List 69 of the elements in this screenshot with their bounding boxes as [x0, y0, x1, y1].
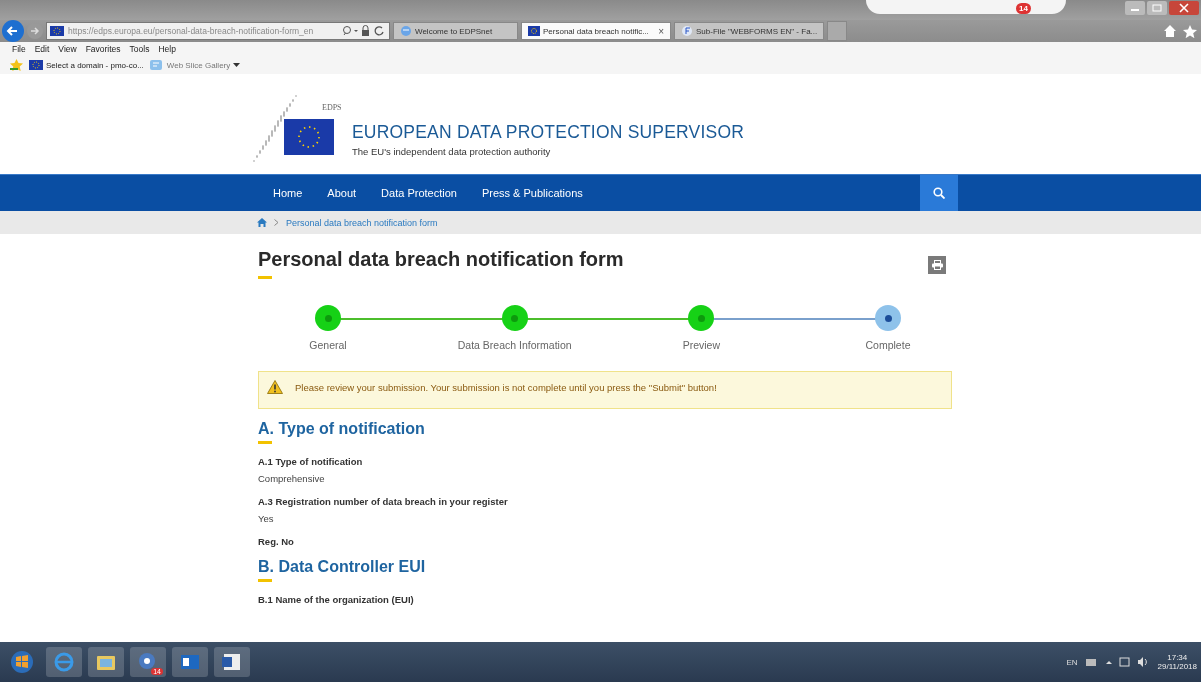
menu-item[interactable]: Edit — [34, 44, 50, 56]
nav-link[interactable]: Press & Publications — [470, 187, 594, 199]
tray-icons[interactable] — [1085, 656, 1150, 668]
step-label: Preview — [682, 339, 720, 351]
site-flag-icon — [29, 60, 43, 70]
notification-badge: 14 — [1016, 3, 1031, 14]
field-label: A.3 Registration number of data breach in your register — [258, 496, 509, 507]
search-icon — [933, 187, 945, 199]
tab-favicon-icon — [528, 26, 540, 36]
chevron-icon — [274, 219, 279, 226]
browser-tab[interactable]: Sub-File "WEBFORMS EN" - Fa... — [674, 22, 824, 40]
language-indicator[interactable]: EN — [1066, 657, 1078, 667]
title-accent — [258, 276, 272, 279]
step-label: General — [309, 339, 347, 351]
windows-logo-icon — [10, 650, 34, 674]
taskbar-app-button[interactable] — [214, 647, 250, 677]
taskbar-app-button[interactable] — [172, 647, 208, 677]
browser-tab[interactable]: Personal data breach notific... × — [521, 22, 671, 40]
close-button[interactable] — [1169, 1, 1199, 15]
tab-favicon-icon — [681, 26, 693, 36]
breadcrumb-link[interactable]: Personal data breach notification form — [286, 217, 438, 228]
nav-link[interactable]: Data Protection — [370, 187, 468, 199]
tab-close-button[interactable]: × — [658, 25, 664, 37]
print-button[interactable] — [928, 256, 946, 274]
step-label: Data Breach Information — [457, 339, 572, 351]
home-star-icons — [1163, 24, 1199, 38]
site-subtitle: The EU's independent data protection authority — [352, 145, 552, 157]
favorites-link[interactable]: Select a domain - pmo-co... — [29, 60, 144, 70]
menu-item[interactable]: Tools — [129, 44, 150, 56]
menu-item[interactable]: File — [12, 44, 26, 56]
address-actions-icon — [342, 25, 386, 37]
menu-item[interactable]: Help — [158, 44, 176, 56]
nav-link[interactable]: About — [316, 187, 368, 199]
tab-label: Welcome to EDPSnet — [415, 26, 494, 36]
menu-item[interactable]: View — [58, 44, 77, 56]
section-heading: A. Type of notification — [258, 420, 426, 438]
heading-accent — [258, 579, 272, 582]
site-title: EUROPEAN DATA PROTECTION SUPERVISOR — [352, 121, 745, 143]
tab-label: Personal data breach notific... — [543, 26, 650, 36]
search-button[interactable] — [920, 175, 958, 211]
favorites-link[interactable]: Web Slice Gallery — [149, 60, 241, 70]
home-icon[interactable] — [257, 218, 267, 227]
field-value: Comprehensive — [258, 473, 326, 484]
section-heading: B. Data Controller EUI — [258, 558, 427, 576]
step-label: Complete — [865, 339, 911, 351]
field-label: A.1 Type of notification — [258, 456, 364, 467]
warning-icon — [267, 380, 283, 394]
browser-tab[interactable]: Welcome to EDPSnet — [393, 22, 518, 40]
web-slice-icon — [149, 60, 164, 70]
clock[interactable]: 17:34 29/11/2018 — [1157, 653, 1197, 671]
favorites-star-icon — [10, 59, 23, 71]
nav-link[interactable]: Home — [262, 187, 314, 199]
alert-message: Please review your submission. Your submission is not complete until you press the "Submit" button! — [295, 381, 717, 393]
field-label: B.1 Name of the organization (EUI) — [258, 594, 415, 605]
taskbar-app-button[interactable] — [88, 647, 124, 677]
heading-accent — [258, 441, 272, 444]
tab-favicon-icon — [400, 26, 412, 36]
tab-label: Sub-File "WEBFORMS EN" - Fa... — [696, 26, 818, 36]
site-flag-icon — [50, 26, 64, 36]
minimize-button[interactable] — [1125, 1, 1145, 15]
field-value: Yes — [258, 513, 275, 524]
back-button[interactable] — [2, 20, 24, 42]
url-text: https://edps.europa.eu/personal-data-breach-notification-form_en — [68, 26, 315, 36]
page-title: Personal data breach notification form — [258, 248, 624, 271]
menu-item[interactable]: Favorites — [85, 44, 121, 56]
logo-text: EDPS — [322, 103, 342, 112]
field-label: Reg. No — [258, 536, 295, 547]
globe-icon — [52, 650, 76, 674]
print-icon — [931, 260, 943, 270]
